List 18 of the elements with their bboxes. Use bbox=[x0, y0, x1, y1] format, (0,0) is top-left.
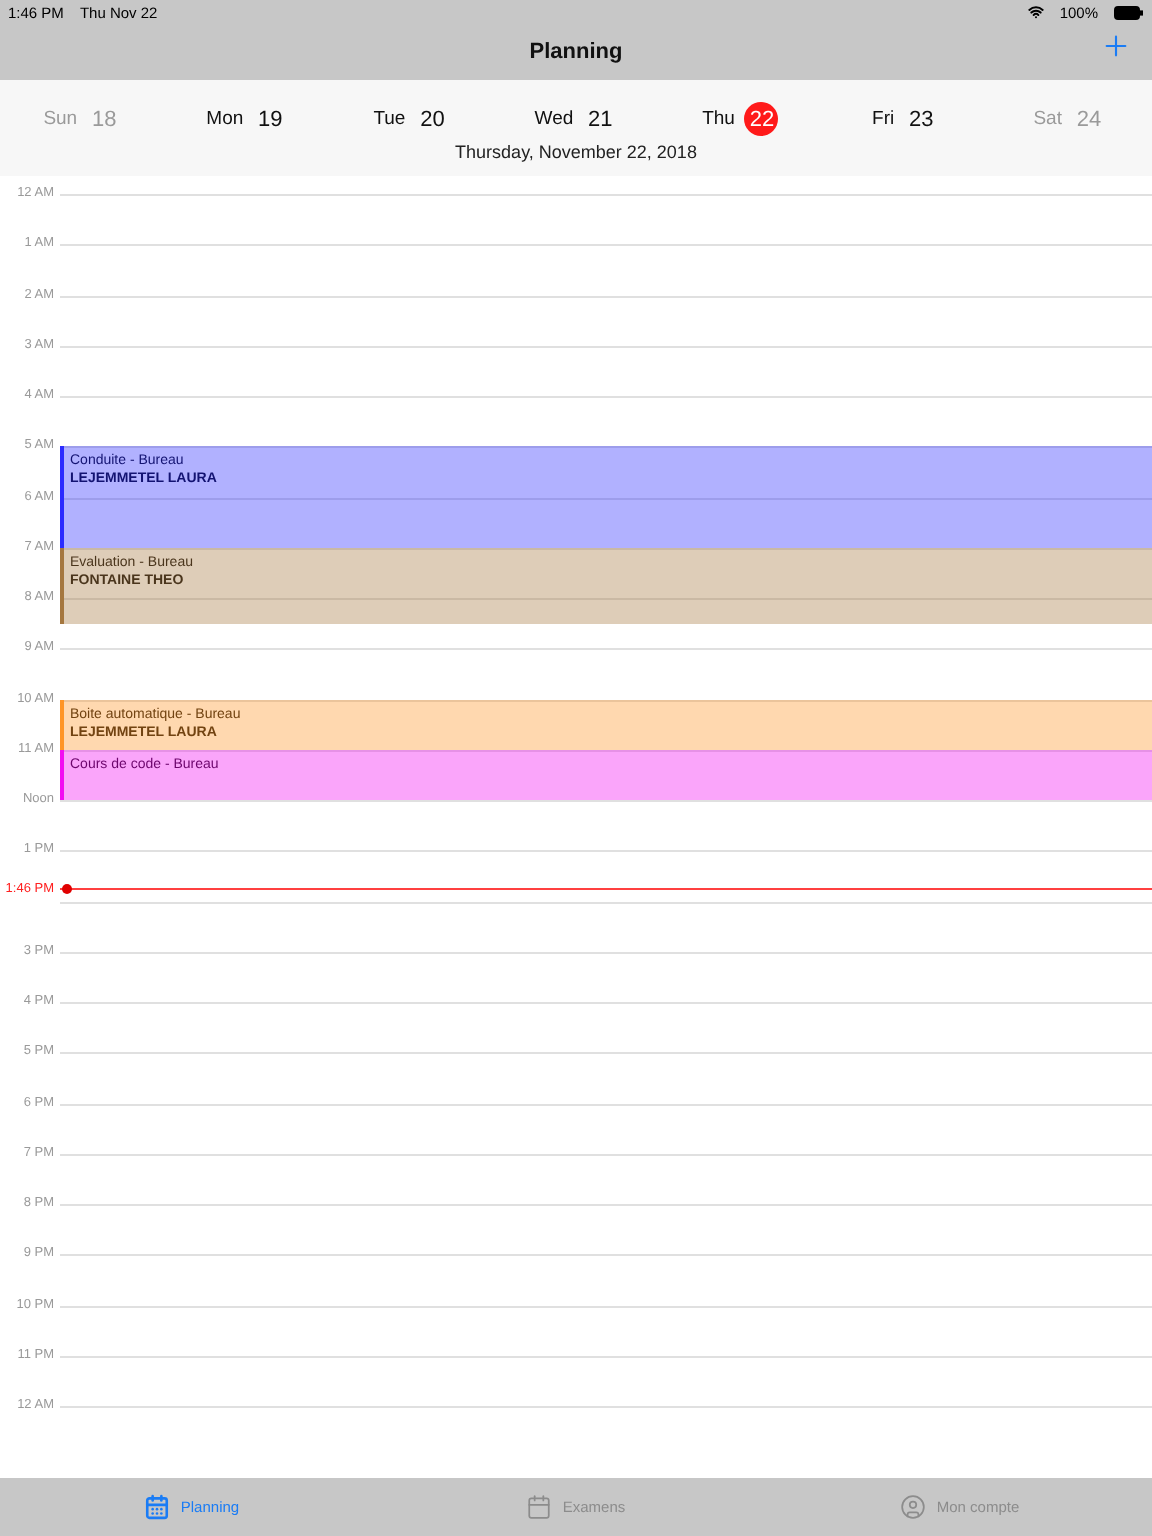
day-number[interactable]: 20 bbox=[415, 102, 450, 136]
calendar-icon bbox=[144, 1494, 171, 1520]
day-name[interactable]: Fri bbox=[872, 108, 895, 130]
day-number[interactable]: 22 bbox=[744, 102, 779, 136]
add-button[interactable] bbox=[1100, 30, 1132, 62]
day-name[interactable]: Wed bbox=[534, 108, 574, 130]
day-number[interactable]: 19 bbox=[253, 102, 288, 136]
wifi-icon bbox=[1027, 4, 1044, 20]
day-number[interactable]: 21 bbox=[583, 102, 618, 136]
battery-icon bbox=[1114, 5, 1144, 19]
day-name[interactable]: Thu bbox=[702, 108, 735, 130]
day-name[interactable]: Tue bbox=[373, 108, 406, 130]
user-icon bbox=[900, 1494, 927, 1520]
day-name[interactable]: Mon bbox=[206, 108, 244, 130]
nav-title: Planning bbox=[529, 40, 623, 64]
calendar-icon bbox=[526, 1494, 553, 1520]
day-number[interactable]: 23 bbox=[904, 102, 939, 136]
selected-date: Thursday, November 22, 2018 bbox=[453, 142, 699, 162]
